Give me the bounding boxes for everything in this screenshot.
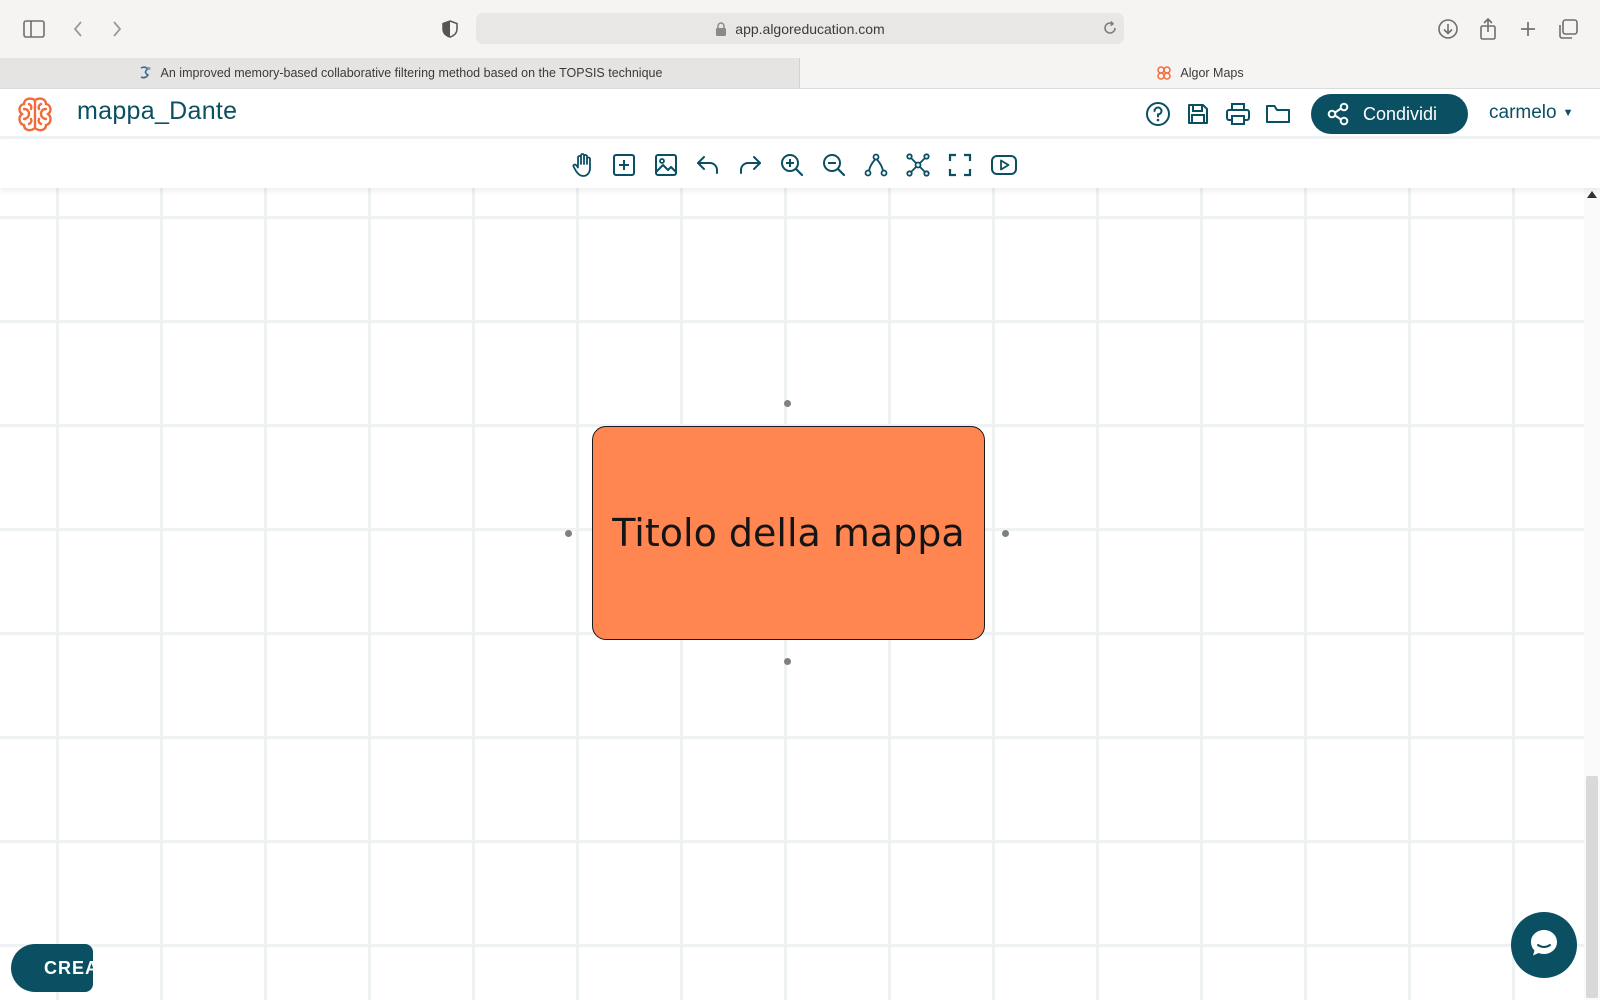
sidebar-toggle-icon[interactable] bbox=[22, 17, 46, 41]
share-page-icon[interactable] bbox=[1476, 17, 1500, 41]
folder-icon[interactable] bbox=[1263, 99, 1293, 129]
tab-strip: An improved memory-based collaborative f… bbox=[0, 58, 1600, 89]
address-bar[interactable]: app.algoreducation.com bbox=[476, 13, 1124, 44]
zoom-in-icon[interactable] bbox=[778, 151, 806, 179]
print-icon[interactable] bbox=[1223, 99, 1253, 129]
share-button[interactable]: Condividi bbox=[1311, 94, 1468, 134]
app-header: mappa_Dante Condividi carmelo ▼ bbox=[0, 89, 1600, 139]
tab-algor-maps[interactable]: Algor Maps bbox=[800, 58, 1600, 88]
chat-button[interactable] bbox=[1511, 912, 1577, 978]
create-button[interactable]: CREA bbox=[11, 944, 93, 992]
connector-handle-top[interactable] bbox=[784, 400, 791, 407]
connect-icon[interactable] bbox=[862, 151, 890, 179]
user-name: carmelo bbox=[1489, 102, 1557, 123]
lock-icon bbox=[715, 21, 729, 36]
layout-icon[interactable] bbox=[904, 151, 932, 179]
link-favicon-icon bbox=[137, 65, 153, 81]
reload-icon[interactable] bbox=[1102, 20, 1118, 36]
back-icon[interactable] bbox=[66, 17, 90, 41]
tab-title: Algor Maps bbox=[1180, 66, 1244, 80]
new-tab-icon[interactable] bbox=[1516, 17, 1540, 41]
caret-down-icon: ▼ bbox=[1562, 107, 1574, 119]
share-label: Condividi bbox=[1363, 103, 1438, 124]
hand-icon[interactable] bbox=[569, 151, 597, 179]
brain-logo-icon[interactable] bbox=[16, 95, 54, 133]
tab-paper[interactable]: An improved memory-based collaborative f… bbox=[0, 58, 800, 88]
scroll-up-arrow-icon[interactable] bbox=[1587, 191, 1597, 198]
connector-handle-right[interactable] bbox=[1002, 530, 1009, 537]
zoom-out-icon[interactable] bbox=[820, 151, 848, 179]
map-toolbar bbox=[0, 142, 1600, 188]
fullscreen-icon[interactable] bbox=[946, 151, 974, 179]
url-text: app.algoreducation.com bbox=[735, 20, 885, 37]
user-menu[interactable]: carmelo ▼ bbox=[1489, 102, 1573, 124]
vertical-scrollbar[interactable] bbox=[1584, 188, 1600, 1000]
connector-handle-left[interactable] bbox=[565, 530, 572, 537]
share-icon bbox=[1325, 101, 1351, 127]
browser-toolbar: app.algoreducation.com bbox=[0, 0, 1600, 58]
tab-overview-icon[interactable] bbox=[1556, 17, 1580, 41]
connector-handle-bottom[interactable] bbox=[784, 658, 791, 665]
brain-favicon-icon bbox=[1156, 65, 1172, 81]
present-icon[interactable] bbox=[990, 151, 1018, 179]
node-label[interactable]: Titolo della mappa bbox=[612, 511, 964, 555]
image-icon[interactable] bbox=[652, 151, 680, 179]
forward-icon[interactable] bbox=[105, 17, 129, 41]
save-icon[interactable] bbox=[1183, 99, 1213, 129]
tab-title: An improved memory-based collaborative f… bbox=[160, 66, 663, 80]
undo-icon[interactable] bbox=[694, 151, 722, 179]
chat-bubble-icon bbox=[1527, 926, 1561, 965]
help-icon[interactable] bbox=[1143, 99, 1173, 129]
create-label: CREA bbox=[44, 957, 93, 978]
downloads-icon[interactable] bbox=[1436, 17, 1460, 41]
privacy-shield-icon[interactable] bbox=[438, 17, 462, 41]
redo-icon[interactable] bbox=[736, 151, 764, 179]
map-title[interactable]: mappa_Dante bbox=[77, 97, 237, 126]
map-node-title[interactable]: Titolo della mappa bbox=[592, 426, 985, 640]
add-node-icon[interactable] bbox=[610, 151, 638, 179]
scroll-thumb[interactable] bbox=[1586, 776, 1598, 998]
